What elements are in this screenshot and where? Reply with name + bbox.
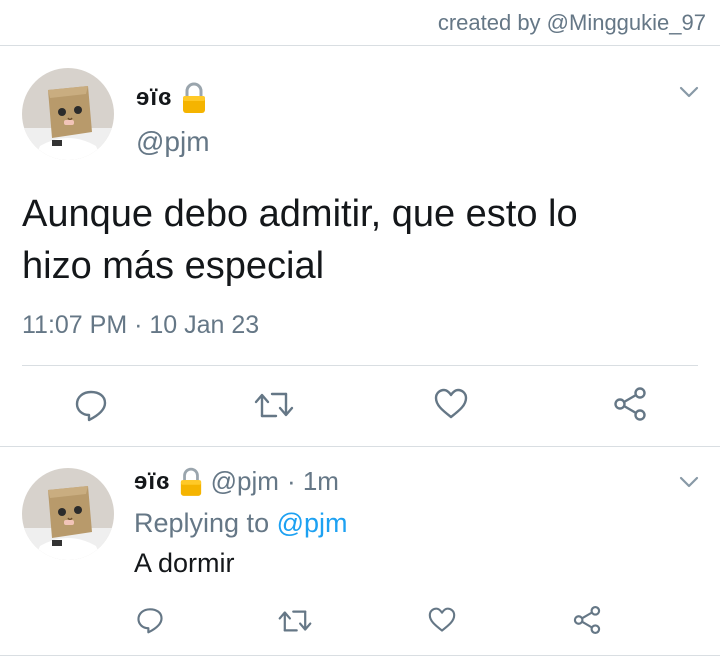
relative-time[interactable]: · 1m (287, 466, 339, 497)
divider (0, 45, 720, 46)
reply-button[interactable] (74, 388, 108, 422)
divider (0, 655, 720, 656)
like-button[interactable] (428, 607, 456, 633)
display-name[interactable]: ɘïɞ (134, 468, 171, 496)
share-button[interactable] (572, 605, 602, 635)
heart-icon (428, 607, 456, 632)
chevron-down-icon[interactable] (678, 474, 700, 495)
like-button[interactable] (434, 388, 468, 420)
tweet-text-line: hizo más especial (22, 245, 325, 287)
timestamp[interactable]: 11:07 PM · 10 Jan 23 (22, 311, 259, 340)
share-button[interactable] (612, 386, 648, 422)
handle[interactable]: @pjm (211, 466, 279, 497)
reply-button[interactable] (136, 606, 164, 634)
divider (22, 365, 698, 366)
replying-to-label: Replying to (134, 508, 270, 538)
share-icon (573, 606, 601, 634)
chevron-down-icon[interactable] (678, 84, 700, 105)
avatar[interactable] (22, 468, 114, 560)
reply-icon (137, 608, 163, 634)
divider (0, 446, 720, 447)
tweet-text-line: Aunque debo admitir, que esto lo (22, 193, 578, 235)
avatar[interactable] (22, 68, 114, 160)
tweet-text: Aunque debo admitir, que esto lo hizo má… (22, 188, 578, 292)
retweet-icon (254, 392, 294, 418)
retweet-button[interactable] (254, 390, 294, 420)
replying-to: Replying to @pjm (134, 508, 348, 539)
display-name[interactable]: ɘïɞ (136, 82, 207, 114)
credit-label: created by @Minggukie_97 (437, 10, 706, 35)
reply-header: ɘïɞ @pjm · 1m (134, 466, 339, 497)
replying-to-mention[interactable]: @pjm (277, 508, 348, 538)
share-icon (614, 387, 646, 421)
tweet-text: A dormir (134, 548, 235, 578)
reply-icon (75, 390, 107, 422)
retweet-button[interactable] (278, 608, 312, 634)
lock-icon (181, 82, 207, 114)
retweet-icon (278, 610, 312, 632)
lock-icon (179, 467, 203, 497)
heart-icon (434, 388, 468, 419)
handle[interactable]: @pjm (136, 126, 210, 158)
display-name-text: ɘïɞ (136, 84, 173, 111)
